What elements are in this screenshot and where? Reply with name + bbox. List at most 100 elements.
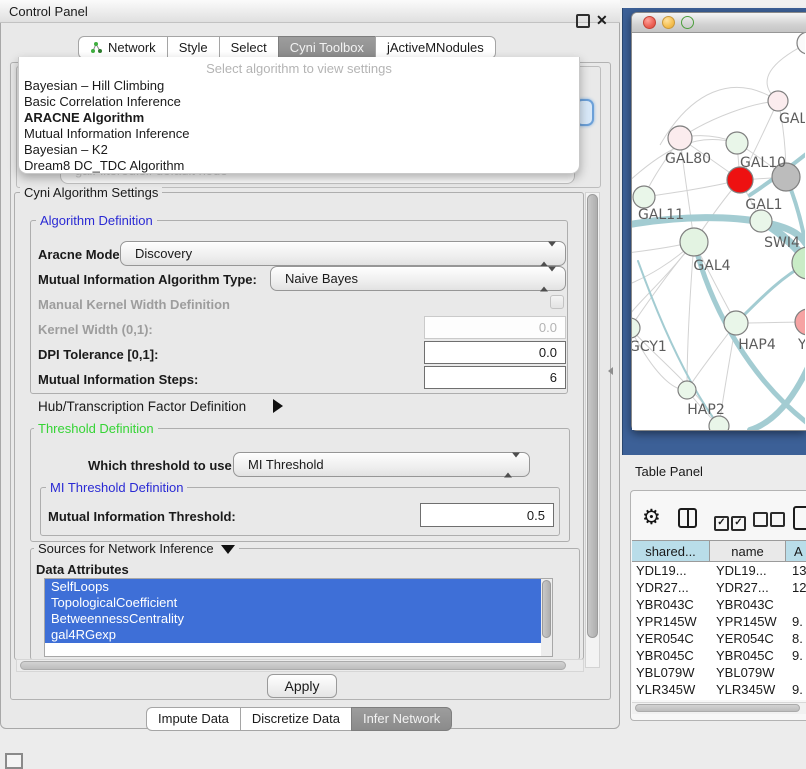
node-label: HAP2: [687, 402, 724, 418]
apply-button[interactable]: Apply: [267, 674, 337, 698]
mi-type-combo[interactable]: Naive Bayes: [270, 266, 566, 291]
attribute-item-selfloops[interactable]: SelfLoops: [45, 579, 552, 595]
settings-vscrollbar-thumb[interactable]: [587, 194, 598, 638]
mi-threshold-input[interactable]: 0.5: [420, 503, 554, 527]
tab-discretize-data[interactable]: Discretize Data: [240, 707, 352, 731]
bottom-tabbar: Impute Data Discretize Data Infer Networ…: [146, 707, 452, 731]
splitpane-handle[interactable]: [608, 367, 613, 375]
dpi-tolerance-input[interactable]: 0.0: [424, 341, 566, 364]
table-body: YDL19... YDL19... 13 YDR27... YDR27... 1…: [632, 562, 806, 700]
algorithm-option-basic-correlation[interactable]: Basic Correlation Inference: [19, 94, 579, 110]
network-window-titlebar[interactable]: [632, 13, 806, 33]
node-label: GAL1: [745, 197, 782, 213]
algorithm-option-bayesian-k2[interactable]: Bayesian – K2: [19, 142, 579, 158]
node-unlabeled-top[interactable]: [797, 33, 805, 54]
tab-infer-network[interactable]: Infer Network: [351, 707, 452, 731]
mi-type-label: Mutual Information Algorithm Type:: [38, 272, 257, 287]
control-panel-tabbar: Network Style Select Cyni Toolbox jActiv…: [78, 36, 496, 59]
attribute-item-betweennesscentrality[interactable]: BetweennessCentrality: [45, 611, 552, 627]
column-header-shared-name[interactable]: shared...: [632, 540, 710, 562]
attribute-item-topologicalcoefficient[interactable]: TopologicalCoefficient: [45, 595, 552, 611]
deselect-all-checkboxes-icon[interactable]: [753, 512, 785, 532]
table-row[interactable]: YBR045C YBR045C 9.: [632, 647, 806, 664]
node-hap4[interactable]: [724, 311, 748, 335]
table-settings-gear-icon[interactable]: ⚙: [642, 505, 661, 530]
column-browser-icon[interactable]: [678, 508, 697, 528]
table-panel-titlebar[interactable]: Table Panel: [622, 455, 806, 487]
node-gcy1[interactable]: [632, 318, 640, 338]
node-gal11[interactable]: [633, 186, 655, 208]
close-panel-icon[interactable]: ✕: [596, 12, 608, 29]
node-label: GAL4: [693, 258, 730, 274]
network-graph: GAL GAL80 GAL10 GAL1 GAL11 SWI4 GAL4 GCY…: [632, 33, 805, 430]
algorithm-option-mutual-information[interactable]: Mutual Information Inference: [19, 126, 579, 142]
manual-kernel-checkbox[interactable]: [550, 295, 564, 309]
new-table-icon[interactable]: [793, 506, 806, 530]
attribute-item-gal4rgexp[interactable]: gal4RGexp: [45, 627, 552, 643]
aracne-mode-combo[interactable]: Discovery: [120, 241, 566, 266]
table-row[interactable]: YDL19... YDL19... 13: [632, 562, 806, 579]
table-row[interactable]: YPR145W YPR145W 9.: [632, 613, 806, 630]
node-label: Y: [797, 337, 805, 353]
attributes-vscrollbar-thumb[interactable]: [542, 580, 551, 638]
table-row[interactable]: YDR27... YDR27... 12: [632, 579, 806, 596]
node-label: SWI4: [764, 235, 800, 251]
hub-expand-arrow-icon[interactable]: [273, 399, 283, 413]
tab-select[interactable]: Select: [219, 36, 279, 59]
node-gal4[interactable]: [680, 228, 708, 256]
algorithm-option-dream8[interactable]: Dream8 DC_TDC Algorithm: [19, 158, 579, 174]
algorithm-definition-legend: Algorithm Definition: [36, 214, 157, 227]
node-label: GAL10: [740, 155, 786, 171]
algorithm-option-bayesian-hill[interactable]: Bayesian – Hill Climbing: [19, 78, 579, 94]
node-table: shared... name A YDL19... YDL19... 13 YD…: [632, 540, 806, 700]
tab-network[interactable]: Network: [78, 36, 168, 59]
control-panel-titlebar[interactable]: Control Panel: [0, 0, 620, 23]
which-threshold-combo[interactable]: MI Threshold: [233, 452, 530, 477]
node-swi4[interactable]: [750, 210, 772, 232]
select-all-checkboxes-icon[interactable]: ✓✓: [714, 512, 746, 531]
kernel-width-input[interactable]: 0.0: [424, 316, 566, 339]
tab-jactivemnodules[interactable]: jActiveMNodules: [375, 36, 496, 59]
settings-hscrollbar-thumb[interactable]: [20, 661, 566, 670]
node-hap2[interactable]: [678, 381, 696, 399]
manual-kernel-label: Manual Kernel Width Definition: [38, 297, 230, 312]
window-zoom-icon[interactable]: [681, 16, 694, 29]
table-row[interactable]: YLR345W YLR345W 9.: [632, 681, 806, 698]
node-label: GAL11: [638, 207, 684, 223]
table-row[interactable]: YBR043C YBR043C: [632, 596, 806, 613]
node-gal10[interactable]: [726, 132, 748, 154]
table-hscrollbar-thumb[interactable]: [635, 704, 800, 712]
data-attributes-list[interactable]: SelfLoops TopologicalCoefficient Between…: [44, 578, 553, 657]
sources-collapse-arrow-icon[interactable]: [221, 545, 235, 554]
node-salmon-y[interactable]: [795, 309, 805, 335]
table-row[interactable]: YIL052C YIL052C 9: [632, 698, 806, 700]
dropdown-prompt: Select algorithm to view settings: [19, 61, 579, 76]
table-row[interactable]: YER054C YER054C 8.: [632, 630, 806, 647]
column-header-name[interactable]: name: [710, 540, 786, 562]
network-canvas[interactable]: GAL GAL80 GAL10 GAL1 GAL11 SWI4 GAL4 GCY…: [632, 33, 805, 430]
algorithm-option-aracne[interactable]: ARACNE Algorithm: [19, 110, 579, 126]
minimized-panel-icon[interactable]: [5, 753, 23, 769]
algorithm-dropdown[interactable]: Select algorithm to view settings Bayesi…: [18, 57, 580, 174]
float-panel-icon[interactable]: [576, 14, 590, 28]
node-label: GAL: [779, 111, 805, 127]
node-gal-pink[interactable]: [768, 91, 788, 111]
column-header-clipped[interactable]: A: [786, 540, 806, 562]
tab-cyni-toolbox[interactable]: Cyni Toolbox: [278, 36, 376, 59]
table-header-row: shared... name A: [632, 540, 806, 562]
mi-steps-input[interactable]: 6: [424, 366, 566, 389]
tab-impute-data[interactable]: Impute Data: [146, 707, 241, 731]
kernel-width-label: Kernel Width (0,1):: [38, 322, 153, 337]
threshold-definition-legend: Threshold Definition: [34, 422, 158, 435]
tab-style[interactable]: Style: [167, 36, 220, 59]
aracne-mode-label: Aracne Mode:: [38, 247, 124, 262]
node-unlabeled-bottom[interactable]: [709, 416, 729, 430]
hub-definition-label[interactable]: Hub/Transcription Factor Definition: [38, 399, 246, 414]
window-close-icon[interactable]: [643, 16, 656, 29]
mi-threshold-label: Mutual Information Threshold:: [48, 509, 236, 524]
node-gal80[interactable]: [668, 126, 692, 150]
network-window[interactable]: GAL GAL80 GAL10 GAL1 GAL11 SWI4 GAL4 GCY…: [631, 12, 806, 431]
window-minimize-icon[interactable]: [662, 16, 675, 29]
table-row[interactable]: YBL079W YBL079W: [632, 664, 806, 681]
tab-network-label: Network: [108, 37, 156, 58]
